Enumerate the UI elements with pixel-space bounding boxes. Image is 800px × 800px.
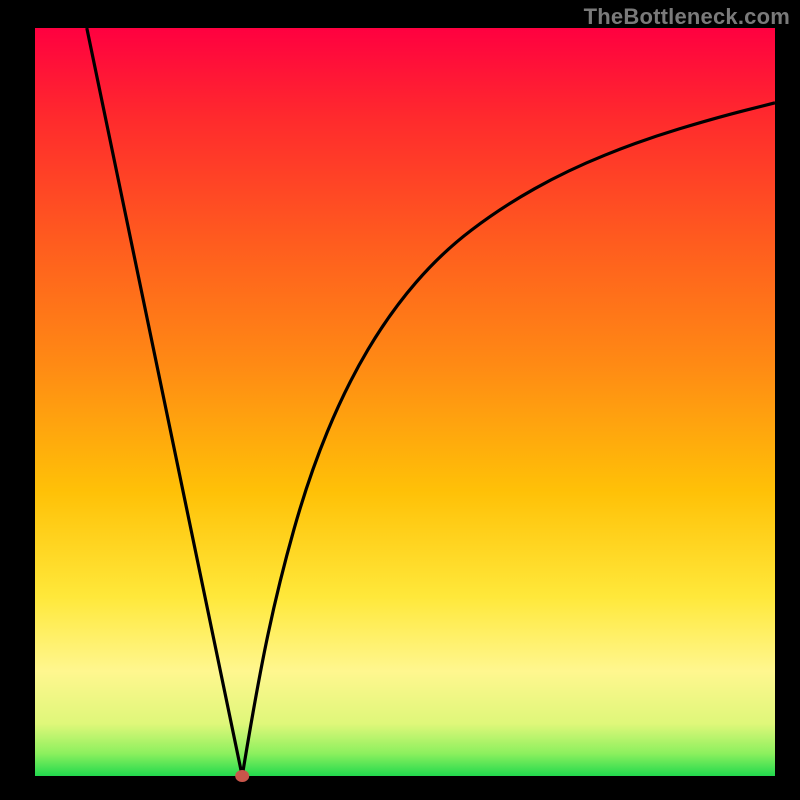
watermark-text: TheBottleneck.com xyxy=(584,4,790,30)
chart-frame: TheBottleneck.com xyxy=(0,0,800,800)
plot-background xyxy=(35,28,775,776)
minimum-marker xyxy=(235,770,249,782)
bottleneck-chart xyxy=(0,0,800,800)
